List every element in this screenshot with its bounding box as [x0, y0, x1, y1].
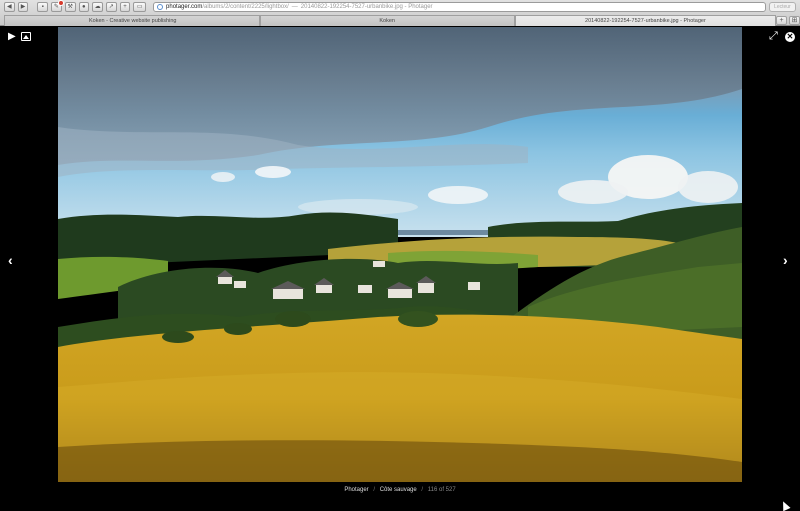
play-icon[interactable]: ▶	[8, 32, 16, 42]
wrench-icon: ⚒	[67, 4, 73, 10]
add-bookmark-button[interactable]: +	[119, 2, 131, 12]
share-button[interactable]: ↗	[105, 2, 117, 12]
url-path: /albums/2/content/2225/lightbox/	[202, 4, 289, 10]
share-icon: ↗	[108, 4, 114, 10]
tab-bar: Koken - Creative website publishing Koke…	[0, 14, 800, 26]
plus-icon: +	[123, 4, 127, 10]
bookmark-icon: ▪	[41, 4, 44, 10]
bookmarks-button[interactable]: ▪	[37, 2, 49, 12]
url-separator: —	[291, 4, 298, 10]
caption-separator: /	[373, 487, 376, 493]
url-domain: photager.com	[166, 4, 203, 10]
globe-icon	[157, 4, 164, 10]
sidebar-button[interactable]: ▭	[133, 2, 147, 12]
browser-chrome: ◀ ▶ ▪ ✎ ⚒ ● ☁ ↗ + ▭ photager.com /albums…	[0, 0, 800, 26]
browser-toolbar: ◀ ▶ ▪ ✎ ⚒ ● ☁ ↗ + ▭ photager.com /albums…	[0, 0, 800, 14]
notification-badge	[57, 0, 64, 6]
url-page-title: 20140822-192254-7527-urbanbike.jpg - Pho…	[300, 4, 433, 10]
stop-button[interactable]: ●	[78, 2, 90, 12]
cloud-button[interactable]: ☁	[92, 2, 103, 12]
landscape-photo	[58, 27, 742, 482]
lightbox-photo	[58, 27, 742, 482]
expand-icon[interactable]: ⤢	[769, 31, 778, 42]
back-button[interactable]: ◀	[4, 2, 15, 12]
back-icon: ◀	[7, 4, 12, 10]
book-icon: ▭	[136, 4, 143, 10]
image-icon[interactable]	[21, 32, 31, 41]
chevron-right-icon[interactable]: ›	[783, 253, 788, 267]
tab-photager-active[interactable]: 20140822-192254-7527-urbanbike.jpg - Pho…	[514, 15, 777, 26]
new-tab-button[interactable]: +	[776, 16, 788, 25]
tab-koken[interactable]: Koken	[259, 15, 515, 26]
lightbox: ▶ ⤢ ✕ ‹ › Photager / Côte sauvage / 116 …	[0, 26, 800, 511]
cloud-icon: ☁	[94, 4, 101, 10]
forward-icon: ▶	[20, 4, 26, 10]
forward-button[interactable]: ▶	[17, 2, 29, 12]
chevron-left-icon[interactable]: ‹	[8, 253, 13, 267]
reader-button[interactable]: Lecteur	[768, 2, 796, 12]
caption-separator: /	[421, 487, 424, 493]
caption-album-link[interactable]: Côte sauvage	[380, 487, 417, 493]
close-icon[interactable]: ✕	[785, 32, 795, 42]
address-bar[interactable]: photager.com /albums/2/content/2225/ligh…	[153, 2, 766, 12]
tab-koken-creative[interactable]: Koken - Creative website publishing	[4, 15, 260, 26]
tools-button[interactable]: ⚒	[64, 2, 76, 12]
extension-button[interactable]: ✎	[51, 0, 64, 12]
caption-site-link[interactable]: Photager	[344, 487, 368, 493]
stop-icon: ●	[82, 4, 86, 10]
mouse-cursor	[779, 499, 791, 511]
tab-overview-button[interactable]: ⊞	[789, 16, 800, 25]
photo-caption: Photager / Côte sauvage / 116 of 527	[0, 487, 800, 499]
photo-counter: 116 of 527	[427, 487, 456, 493]
